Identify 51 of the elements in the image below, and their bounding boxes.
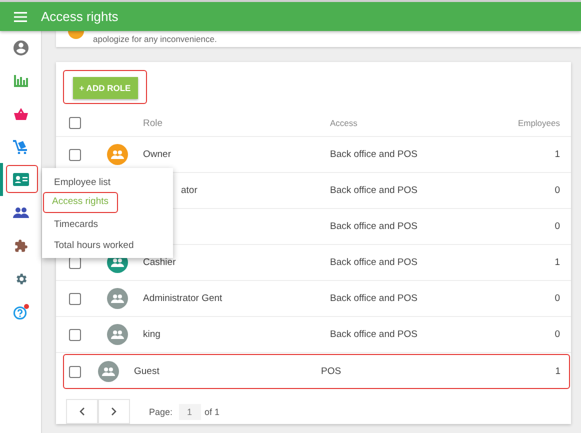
employee-count: 0 (554, 293, 560, 304)
employee-count: 1 (554, 257, 560, 268)
role-name: king (143, 329, 160, 340)
checkbox[interactable] (69, 328, 81, 340)
employee-count: 1 (554, 149, 560, 160)
basket-icon (14, 108, 28, 120)
table-row[interactable]: Guest POS 1 (63, 354, 570, 389)
access-level: Back office and POS (330, 257, 418, 268)
people-icon (12, 207, 28, 218)
highlight-outline (6, 165, 38, 193)
role-name: Guest (134, 366, 160, 377)
help-icon (12, 304, 28, 320)
table-row[interactable]: Administrator Gent Back office and POS 0 (56, 281, 571, 317)
access-level: POS (321, 366, 342, 377)
column-header: Employees (518, 118, 560, 128)
employee-count: 0 (554, 329, 560, 340)
role-name: Owner (143, 149, 171, 160)
checkbox[interactable] (69, 292, 81, 304)
employee-count: 0 (554, 185, 560, 196)
cart-icon (13, 140, 28, 154)
account-icon (12, 38, 30, 56)
menu-icon[interactable] (14, 12, 27, 22)
employee-count: 0 (554, 221, 560, 232)
alert-icon (68, 31, 84, 39)
checkbox[interactable] (68, 366, 80, 378)
checkbox[interactable] (69, 148, 81, 160)
page-label: Page: (149, 406, 173, 416)
table-row[interactable]: king Back office and POS 0 (56, 317, 571, 353)
page-total: of 1 (204, 406, 220, 416)
access-level: Back office and POS (330, 329, 418, 340)
access-level: Back office and POS (330, 221, 418, 232)
column-header: Access (330, 118, 358, 128)
checkbox[interactable] (69, 117, 81, 129)
column-header: Role (143, 118, 163, 128)
employee-count: 1 (555, 366, 560, 377)
settings-icon (14, 272, 28, 286)
page-input[interactable]: 1 (178, 404, 201, 420)
chevron-right-icon (111, 407, 117, 416)
id-card-icon (12, 173, 28, 186)
access-level: Back office and POS (330, 149, 418, 160)
notice-text: apologize for any inconvenience. (93, 34, 217, 44)
role-name: ator (181, 185, 198, 196)
role-name: Administrator Gent (143, 293, 222, 304)
access-level: Back office and POS (330, 293, 418, 304)
notification-dot (24, 304, 29, 309)
page-title: Access rights (41, 9, 118, 24)
puzzle-icon (14, 238, 28, 252)
chevron-left-icon (79, 407, 85, 416)
role-name: Cashier (143, 257, 176, 268)
access-level: Back office and POS (330, 185, 418, 196)
bar-chart-icon (14, 74, 28, 86)
